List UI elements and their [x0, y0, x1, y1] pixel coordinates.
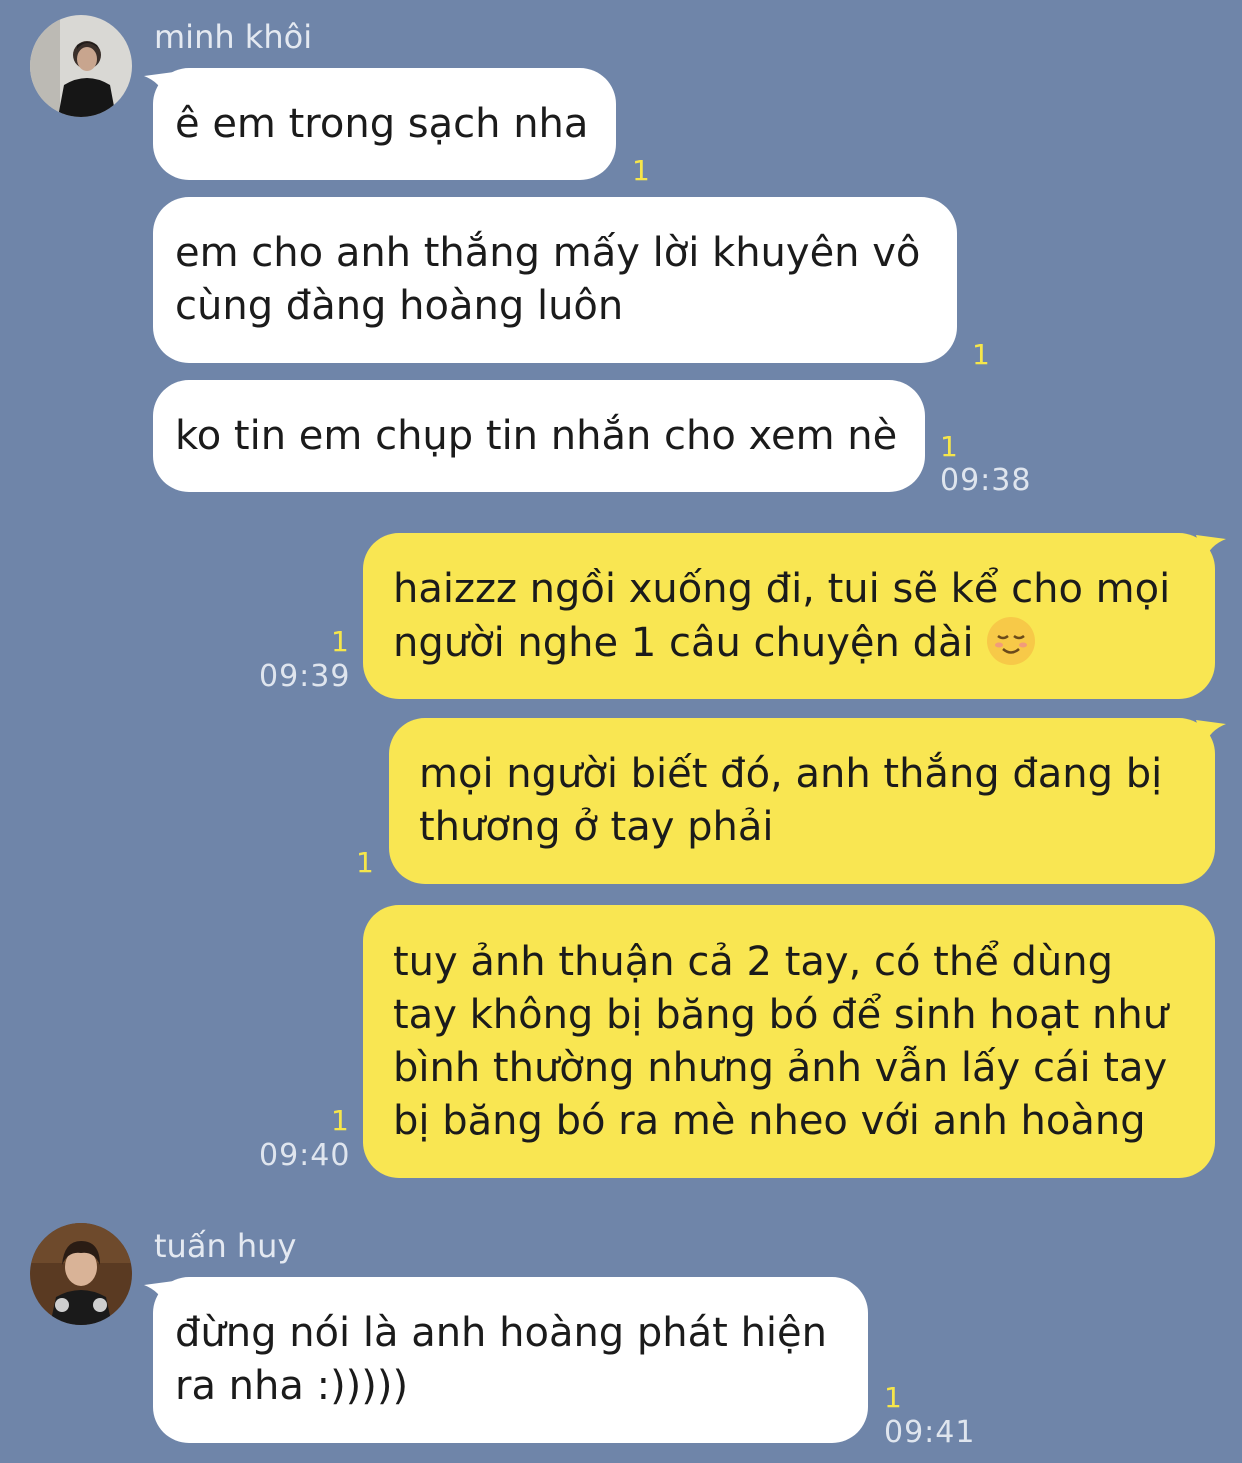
message-bubble[interactable]: tuy ảnh thuận cả 2 tay, có thể dùng tay …: [363, 905, 1215, 1178]
read-count: 1: [884, 1381, 902, 1414]
avatar-photo-icon: [30, 15, 132, 117]
read-count: 1: [331, 1104, 349, 1137]
message-text: đừng nói là anh hoàng phát hiện ra nha :…: [175, 1310, 827, 1409]
message-bubble[interactable]: em cho anh thắng mấy lời khuyên vô cùng …: [153, 197, 957, 363]
avatar-photo-icon: [30, 1223, 132, 1325]
message-bubble[interactable]: đừng nói là anh hoàng phát hiện ra nha :…: [153, 1277, 868, 1443]
sender-avatar[interactable]: [30, 1223, 132, 1325]
message-time: 09:39: [259, 659, 351, 694]
read-count: 1: [972, 338, 990, 371]
message-text: mọi người biết đó, anh thắng đang bị thư…: [419, 751, 1163, 850]
read-count: 1: [632, 154, 650, 187]
read-count: 1: [356, 846, 374, 879]
sender-name: tuấn huy: [154, 1227, 297, 1265]
message-text: ko tin em chụp tin nhắn cho xem nè: [175, 412, 898, 459]
bubble-tail: [1196, 720, 1226, 746]
read-count: 1: [940, 430, 958, 463]
message-bubble[interactable]: haizzz ngồi xuống đi, tui sẽ kể cho mọi …: [363, 533, 1215, 699]
relieved-face-emoji: [987, 616, 1036, 665]
message-text: ê em trong sạch nha: [175, 100, 589, 147]
message-text: tuy ảnh thuận cả 2 tay, có thể dùng tay …: [393, 938, 1169, 1144]
message-bubble[interactable]: ko tin em chụp tin nhắn cho xem nè: [153, 380, 925, 492]
bubble-tail: [1196, 535, 1226, 561]
chat-thread: minh khôi ê em trong sạch nha 1 em cho a…: [0, 0, 1242, 1463]
sender-avatar[interactable]: [30, 15, 132, 117]
message-time: 09:41: [884, 1415, 976, 1450]
message-time: 09:38: [940, 463, 1032, 498]
message-bubble[interactable]: mọi người biết đó, anh thắng đang bị thư…: [389, 718, 1215, 884]
message-text: haizzz ngồi xuống đi, tui sẽ kể cho mọi …: [393, 565, 1171, 666]
message-time: 09:40: [259, 1138, 351, 1173]
message-bubble[interactable]: ê em trong sạch nha: [153, 68, 616, 180]
sender-name: minh khôi: [154, 18, 313, 56]
message-text: em cho anh thắng mấy lời khuyên vô cùng …: [175, 230, 921, 329]
read-count: 1: [331, 625, 349, 658]
